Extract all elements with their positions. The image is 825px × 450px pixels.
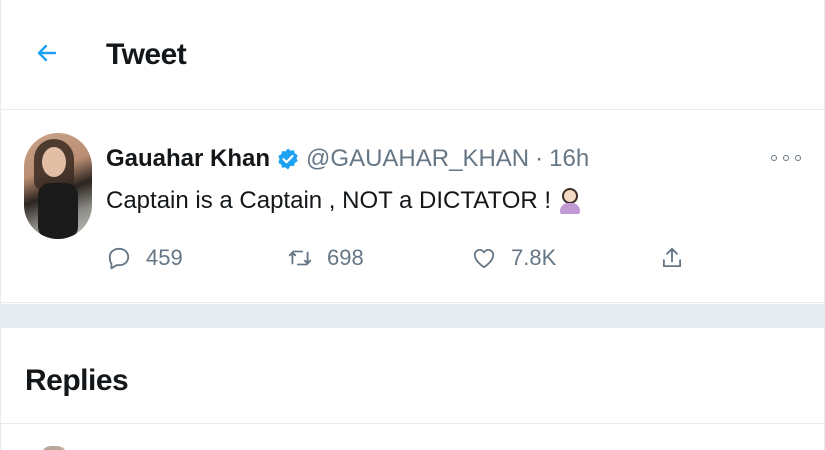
retweet-button[interactable]: 698: [287, 245, 364, 271]
heart-icon: [473, 248, 495, 269]
reply-icon: [108, 247, 130, 270]
tweet-actions: 459 698 7.8K: [1, 245, 824, 285]
share-icon: [662, 247, 682, 268]
back-button[interactable]: [31, 37, 63, 69]
page-title: Tweet: [106, 38, 187, 71]
more-button[interactable]: [771, 151, 801, 165]
reply-avatar[interactable]: [41, 446, 67, 450]
tweet-text: Captain is a Captain , NOT a DICTATOR !: [106, 187, 581, 215]
share-button[interactable]: [659, 245, 685, 271]
verified-badge-icon: [276, 147, 300, 171]
tweet-author-line: Gauahar Khan @GAUAHAR_KHAN · 16h: [106, 145, 589, 173]
like-button[interactable]: 7.8K: [471, 245, 556, 271]
replies-header: Replies: [1, 328, 824, 424]
retweet-count: 698: [327, 245, 364, 270]
arrow-left-icon: [37, 44, 57, 62]
reply-count: 459: [146, 245, 183, 270]
reply-button[interactable]: 459: [106, 245, 183, 271]
tweet-page: Tweet Gauahar Khan @GAUAHAR_KHAN · 16h C…: [0, 0, 825, 450]
page-header: Tweet: [1, 0, 824, 110]
more-icon: [771, 155, 777, 161]
author-handle[interactable]: @GAUAHAR_KHAN: [306, 145, 529, 173]
woman-gesturing-emoji-icon: [559, 188, 581, 214]
avatar[interactable]: [24, 133, 92, 239]
replies-title: Replies: [25, 364, 129, 397]
retweet-icon: [288, 250, 312, 266]
tweet[interactable]: Gauahar Khan @GAUAHAR_KHAN · 16h Captain…: [1, 111, 824, 303]
tweet-timestamp[interactable]: 16h: [549, 145, 589, 173]
author-display-name[interactable]: Gauahar Khan: [106, 145, 270, 173]
section-divider: [1, 304, 824, 328]
tweet-text-body: Captain is a Captain , NOT a DICTATOR !: [106, 187, 552, 214]
like-count: 7.8K: [511, 245, 557, 270]
separator-dot: ·: [535, 145, 544, 172]
